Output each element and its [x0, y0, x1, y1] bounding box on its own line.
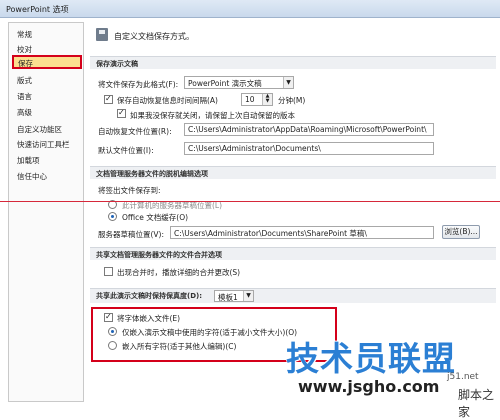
autorecover-minutes-value: 10 — [245, 95, 255, 104]
sidebar-item-quick-access[interactable]: 快速访问工具栏 — [17, 139, 70, 150]
drafts-location-input[interactable]: C:\Users\Administrator\Documents\SharePo… — [170, 226, 434, 239]
section-merge-options: 共享文档管理服务器文件的文件合并选项 — [90, 247, 496, 260]
sidebar-item-customize-ribbon[interactable]: 自定义功能区 — [17, 124, 62, 135]
fidelity-document-value: 模板1 — [218, 293, 238, 302]
watermark-brand: 技术员联盟 — [286, 339, 456, 378]
page-header: 自定义文档保存方式。 — [114, 32, 194, 41]
format-select[interactable]: PowerPoint 演示文稿 ▼ — [184, 76, 294, 89]
watermark-side-text: j51.net — [447, 372, 479, 382]
window-title: PowerPoint 选项 — [6, 5, 69, 14]
section-fidelity: 共享此演示文稿时保持保真度(D): — [90, 288, 496, 303]
sidebar-item-proofing[interactable]: 校对 — [17, 44, 32, 55]
browse-button[interactable]: 浏览(B)... — [442, 225, 480, 239]
office-cache-radio[interactable] — [108, 212, 117, 221]
sidebar-item-addins[interactable]: 加载项 — [17, 155, 40, 166]
autorecover-label: 保存自动恢复信息时间间隔(A) — [117, 96, 218, 105]
autorecover-checkbox[interactable] — [104, 94, 113, 104]
watermark-url: www.jsgho.com — [298, 377, 440, 396]
sidebar-item-general[interactable]: 常规 — [17, 29, 32, 40]
watermark-side-text-2: 脚本之家 — [458, 388, 495, 419]
keep-last-version-checkbox[interactable] — [117, 108, 126, 118]
autorecover-minutes-input[interactable]: 10 ▲ ▼ — [241, 93, 273, 106]
default-location-label: 默认文件位置(I): — [98, 146, 154, 155]
red-guide-line — [0, 201, 500, 202]
sidebar: 常规 校对 保存 版式 语言 高级 自定义功能区 快速访问工具栏 加载项 信任中… — [8, 22, 84, 402]
sidebar-item-trust-center[interactable]: 信任中心 — [17, 171, 47, 182]
fidelity-document-select[interactable]: 模板1 ▼ — [214, 290, 254, 302]
chevron-down-icon: ▼ — [283, 77, 293, 88]
chevron-down-icon: ▼ — [243, 291, 253, 301]
minutes-unit: 分钟(M) — [278, 96, 306, 105]
sidebar-item-language[interactable]: 语言 — [17, 91, 32, 102]
office-cache-label: Office 文档缓存(O) — [122, 213, 189, 222]
spinner-icon[interactable]: ▲ ▼ — [262, 94, 272, 105]
keep-last-version-label: 如果我没保存就关闭，请保留上次自动保留的版本 — [130, 111, 295, 120]
section-save-presentations: 保存演示文稿 — [90, 56, 496, 69]
section-offline-editing: 文档管理服务器文件的脱机编辑选项 — [90, 166, 496, 179]
format-label: 将文件保存为此格式(F): — [98, 80, 179, 89]
sidebar-item-save[interactable]: 保存 — [12, 55, 82, 69]
checkout-label: 将签出文件保存到: — [98, 186, 161, 195]
default-location-input[interactable]: C:\Users\Administrator\Documents\ — [184, 142, 434, 155]
sidebar-item-layout[interactable]: 版式 — [17, 75, 32, 86]
drafts-location-label: 服务器草稿位置(V): — [98, 230, 165, 239]
show-merge-details-checkbox[interactable] — [104, 267, 113, 276]
floppy-disk-icon — [96, 28, 108, 41]
sidebar-item-save-label: 保存 — [18, 59, 33, 68]
autorecover-location-input[interactable]: C:\Users\Administrator\AppData\Roaming\M… — [184, 123, 434, 136]
show-merge-details-label: 出现合并时，播放详细的合并更改(S) — [117, 268, 241, 277]
autorecover-location-label: 自动恢复文件位置(R): — [98, 127, 172, 136]
title-bar: PowerPoint 选项 — [0, 0, 500, 18]
format-value: PowerPoint 演示文稿 — [188, 79, 262, 88]
fidelity-title: 共享此演示文稿时保持保真度(D): — [96, 292, 203, 300]
sidebar-item-advanced[interactable]: 高级 — [17, 107, 32, 118]
